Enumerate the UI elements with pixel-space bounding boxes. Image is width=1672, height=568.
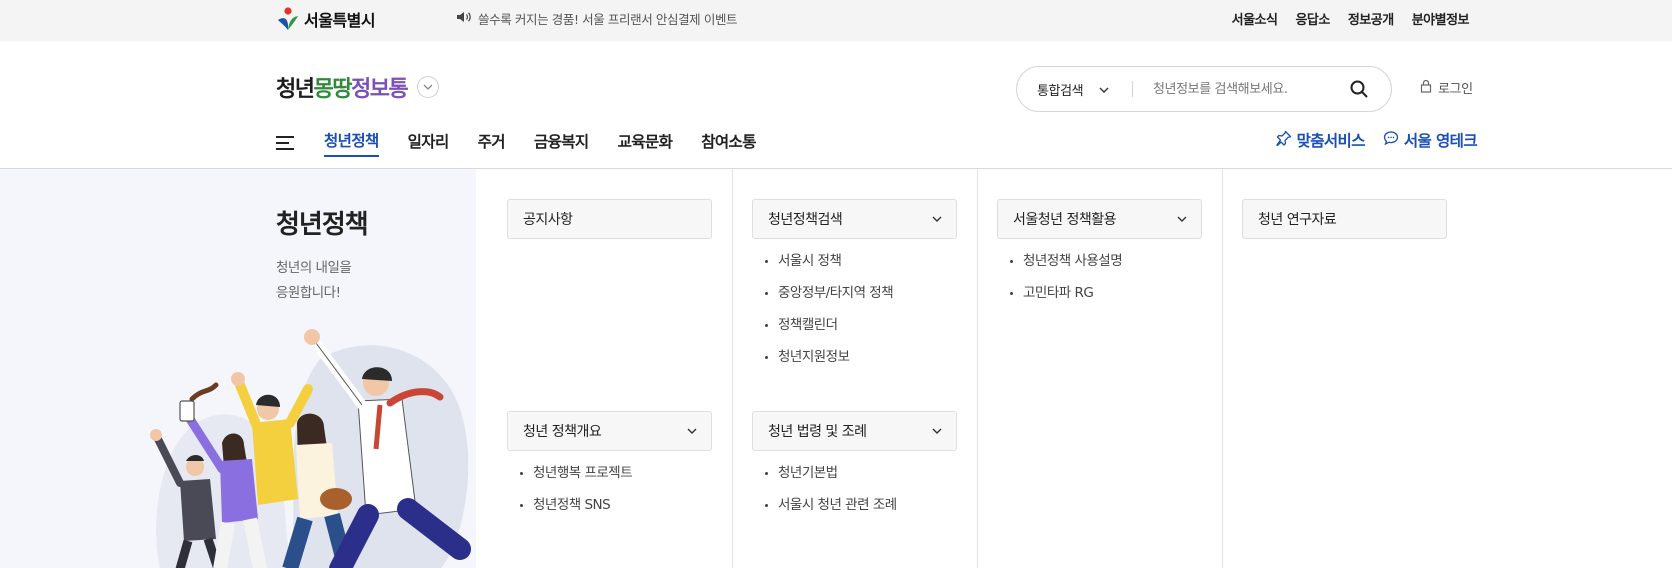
menu-notice[interactable]: 공지사항 <box>507 199 712 239</box>
nav-item-jobs[interactable]: 일자리 <box>408 130 450 156</box>
speaker-icon <box>456 11 472 26</box>
brand-logo[interactable]: 청년몽땅정보통 <box>276 71 409 103</box>
menu-youth-law-label: 청년 법령 및 조례 <box>768 424 867 440</box>
menu-youth-research[interactable]: 청년 연구자료 <box>1242 199 1447 239</box>
submenu-item[interactable]: 정책캘린더 <box>764 309 893 341</box>
event-notice-text: 쓸수록 커지는 경품! 서울 프리랜서 안심결제 이벤트 <box>478 12 738 27</box>
policy-utilize-submenu: 청년정책 사용설명 고민타파 RG <box>1009 245 1123 309</box>
submenu-item[interactable]: 서울시 청년 관련 조례 <box>764 489 897 521</box>
young-tech-link[interactable]: 서울 영테크 <box>1383 129 1478 151</box>
mega-menu-panel: 청년정책 청년의 내일을 응원합니다! 공지사항 청년 정책개요 청년행복 프로… <box>0 169 1672 568</box>
column-divider <box>732 169 733 568</box>
brand: 청년몽땅정보통 <box>276 71 440 103</box>
site-header: 청년몽땅정보통 통합검색 로그인 청년정책 일자리 주 <box>0 41 1672 169</box>
brand-logo-part-1: 청년 <box>276 77 315 102</box>
menu-youth-law[interactable]: 청년 법령 및 조례 <box>752 411 957 451</box>
pin-icon <box>1275 130 1292 150</box>
seoul-city-label: 서울특별시 <box>304 11 376 30</box>
menu-icon[interactable] <box>276 136 294 150</box>
submenu-item[interactable]: 청년정책 사용설명 <box>1009 245 1123 277</box>
menu-notice-label: 공지사항 <box>523 212 573 228</box>
quick-links: 맞춤서비스 서울 영테크 <box>1275 129 1478 151</box>
mega-menu-description: 청년의 내일을 응원합니다! <box>276 256 352 306</box>
seoul-city-logo[interactable]: 서울특별시 <box>276 4 376 34</box>
lock-icon <box>1420 79 1432 97</box>
mega-menu-intro: 청년정책 청년의 내일을 응원합니다! <box>0 169 476 568</box>
utility-link-field-info[interactable]: 분야별정보 <box>1412 9 1470 28</box>
chevron-down-icon <box>1177 214 1187 225</box>
menu-youth-research-label: 청년 연구자료 <box>1258 212 1337 228</box>
utility-link-info-disclosure[interactable]: 정보공개 <box>1348 9 1394 28</box>
utility-nav: 서울소식 응답소 정보공개 분야별정보 <box>1232 9 1470 28</box>
cheering-youth-illustration <box>150 329 471 568</box>
menu-policy-search[interactable]: 청년정책검색 <box>752 199 957 239</box>
login-label: 로그인 <box>1438 82 1473 97</box>
menu-policy-overview-label: 청년 정책개요 <box>523 424 602 440</box>
submenu-item[interactable]: 청년기본법 <box>764 457 897 489</box>
youth-law-submenu: 청년기본법 서울시 청년 관련 조례 <box>764 457 897 521</box>
custom-service-label: 맞춤서비스 <box>1296 132 1366 150</box>
nav-item-housing[interactable]: 주거 <box>478 130 506 156</box>
event-notice[interactable]: 쓸수록 커지는 경품! 서울 프리랜서 안심결제 이벤트 <box>456 9 738 28</box>
young-tech-label: 서울 영테크 <box>1403 132 1478 150</box>
policy-search-submenu: 서울시 정책 중앙정부/타지역 정책 정책캘린더 청년지원정보 <box>764 245 894 373</box>
seoul-symbol-icon <box>276 6 300 32</box>
login-link[interactable]: 로그인 <box>1420 78 1473 97</box>
submenu-item[interactable]: 청년행복 프로젝트 <box>519 457 633 489</box>
column-divider <box>1222 169 1223 568</box>
submenu-item[interactable]: 청년지원정보 <box>764 341 893 373</box>
chat-bubble-icon <box>1383 130 1399 150</box>
submenu-item[interactable]: 청년정책 SNS <box>519 489 632 521</box>
brand-logo-part-2: 몽땅 <box>313 77 352 102</box>
menu-policy-overview[interactable]: 청년 정책개요 <box>507 411 712 451</box>
main-nav: 청년정책 일자리 주거 금융복지 교육문화 참여소통 <box>276 126 785 160</box>
search-scope-label: 통합검색 <box>1037 83 1084 99</box>
column-divider <box>977 169 978 568</box>
chevron-down-icon <box>687 426 697 437</box>
mega-menu-description-line-1: 청년의 내일을 <box>276 260 352 276</box>
search-scope-select[interactable]: 통합검색 <box>1017 80 1132 99</box>
nav-item-finance-welfare[interactable]: 금융복지 <box>534 130 589 156</box>
nav-item-participation[interactable]: 참여소통 <box>701 130 756 156</box>
utility-link-eungdapso[interactable]: 응답소 <box>1295 9 1330 28</box>
submenu-item[interactable]: 고민타파 RG <box>1009 277 1122 309</box>
chevron-down-icon <box>1099 82 1109 97</box>
chevron-down-icon <box>932 214 942 225</box>
menu-policy-search-label: 청년정책검색 <box>768 212 843 228</box>
top-utility-bar: 서울특별시 쓸수록 커지는 경품! 서울 프리랜서 안심결제 이벤트 서울소식 … <box>0 0 1672 41</box>
menu-policy-utilize[interactable]: 서울청년 정책활용 <box>997 199 1202 239</box>
nav-item-education-culture[interactable]: 교육문화 <box>618 130 673 156</box>
utility-link-seoul-news[interactable]: 서울소식 <box>1232 9 1278 28</box>
search-bar: 통합검색 <box>1016 66 1392 112</box>
menu-policy-utilize-label: 서울청년 정책활용 <box>1013 212 1117 228</box>
policy-overview-submenu: 청년행복 프로젝트 청년정책 SNS <box>519 457 633 521</box>
submenu-item[interactable]: 서울시 정책 <box>764 245 893 277</box>
search-input[interactable] <box>1133 81 1343 97</box>
nav-item-youth-policy[interactable]: 청년정책 <box>324 129 379 157</box>
brand-logo-part-3: 정보통 <box>350 77 409 102</box>
brand-dropdown-chevron-icon[interactable] <box>417 76 440 98</box>
mega-menu-description-line-2: 응원합니다! <box>276 285 341 301</box>
search-icon[interactable] <box>1349 79 1369 99</box>
chevron-down-icon <box>932 426 942 437</box>
custom-service-link[interactable]: 맞춤서비스 <box>1275 129 1366 151</box>
mega-menu-title: 청년정책 <box>276 210 369 240</box>
submenu-item[interactable]: 중앙정부/타지역 정책 <box>764 277 894 309</box>
